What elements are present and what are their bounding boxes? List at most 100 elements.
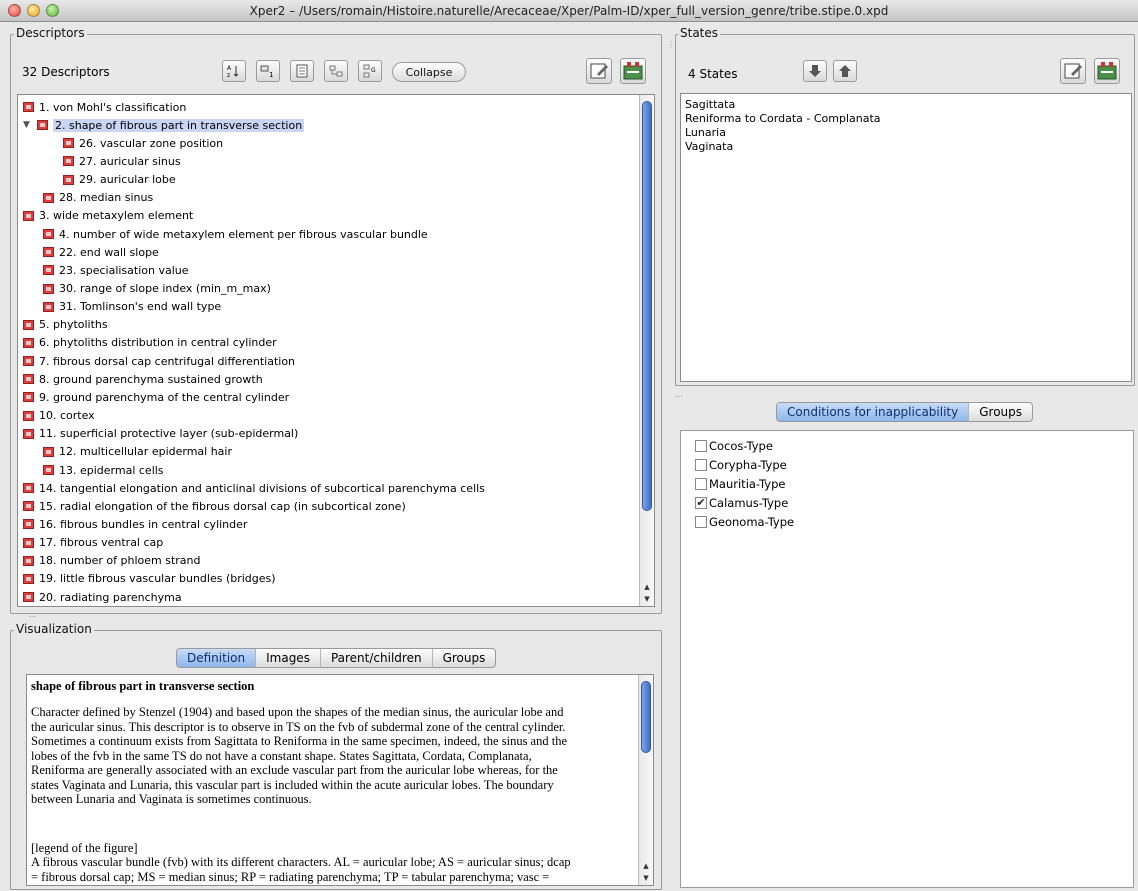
scroll-up-arrow-icon[interactable]: ▲ [640, 581, 654, 593]
state-item[interactable]: Reniforma to Cordata - Complanata [685, 112, 881, 126]
descriptor-tree-item[interactable]: 3. wide metaxylem element [23, 207, 193, 225]
descriptor-icon [23, 392, 34, 403]
descriptor-tree-item[interactable]: 8. ground parenchyma sustained growth [23, 370, 263, 388]
descriptor-tree-item[interactable]: 27. auricular sinus [63, 152, 181, 170]
descriptor-icon [23, 102, 34, 112]
descriptor-tree-item[interactable]: ▼ 2. shape of fibrous part in transverse … [23, 116, 305, 134]
descriptor-icon [43, 229, 54, 240]
condition-checkbox[interactable]: ✔ [695, 497, 707, 509]
svg-text:z: z [227, 72, 230, 79]
group-icon[interactable]: G [358, 60, 382, 82]
collapse-button[interactable]: Collapse [392, 62, 466, 82]
descriptor-tree-item[interactable]: 19. little fibrous vascular bundles (bri… [23, 570, 276, 588]
descriptor-tree-item[interactable]: 29. auricular lobe [63, 171, 176, 189]
descriptor-label: 26. vascular zone position [79, 136, 224, 150]
edit-descriptor-icon[interactable] [586, 58, 612, 84]
descriptor-tree-item[interactable]: 7. fibrous dorsal cap centrifugal differ… [23, 352, 295, 370]
descriptor-label: 16. fibrous bundles in central cylinder [39, 517, 248, 531]
tab-images[interactable]: Images [256, 649, 321, 667]
tab-groups[interactable]: Groups [969, 403, 1032, 421]
descriptor-icon [23, 356, 34, 367]
scroll-down-arrow-icon[interactable]: ▼ [640, 593, 654, 605]
condition-row: Mauritia-Type [695, 475, 785, 493]
descriptor-tree[interactable]: 1. von Mohl's classification ▼ 2. shape of… [17, 94, 655, 607]
descriptor-tree-item[interactable]: 12. multicellular epidermal hair [43, 443, 232, 461]
definition-scrollbar[interactable]: ▲ ▼ [638, 675, 653, 885]
edit-state-icon[interactable] [1060, 58, 1086, 84]
descriptor-icon [43, 301, 54, 312]
sort-az-icon[interactable]: Az [222, 60, 246, 82]
figure-legend-paragraph: A fibrous vascular bundle (fvb) with its… [31, 855, 635, 885]
condition-label: Calamus-Type [709, 496, 789, 510]
descriptor-tree-item[interactable]: 11. superficial protective layer (sub-ep… [23, 425, 298, 443]
descriptor-tree-item[interactable]: 5. phytoliths [23, 316, 108, 334]
descriptor-tree-item[interactable]: 17. fibrous ventral cap [23, 534, 163, 552]
disclosure-triangle-icon[interactable]: ▼ [23, 120, 33, 130]
text-line: = fibrous dorsal cap; MS = median sinus;… [31, 869, 550, 884]
add-descriptor-icon[interactable] [620, 58, 646, 84]
descriptor-icon [63, 174, 74, 185]
descriptor-tree-item[interactable]: 15. radial elongation of the fibrous dor… [23, 497, 406, 515]
title-bar: Xper2 – /Users/romain/Histoire.naturelle… [0, 0, 1138, 22]
descriptor-tree-item[interactable]: 14. tangential elongation and anticlinal… [23, 479, 485, 497]
descriptor-tree-item[interactable]: 22. end wall slope [43, 243, 159, 261]
vis-splitter-handle[interactable]: ⋯ [28, 612, 36, 621]
add-state-icon[interactable] [1094, 58, 1120, 84]
condition-checkbox[interactable] [695, 459, 707, 471]
descriptor-tree-item[interactable]: 23. specialisation value [43, 261, 189, 279]
definition-scroll-thumb[interactable] [641, 681, 651, 753]
horizontal-splitter-handle[interactable]: ⋯ [675, 392, 683, 401]
descriptor-tree-item[interactable]: 20. radiating parenchyma [23, 588, 182, 606]
descriptor-tree-item[interactable]: 31. Tomlinson's end wall type [43, 298, 221, 316]
descriptor-tree-item[interactable]: 30. range of slope index (min_m_max) [43, 280, 271, 298]
descriptor-tree-scroll-thumb[interactable] [642, 101, 652, 511]
descriptor-tree-item[interactable]: 4. number of wide metaxylem element per … [43, 225, 428, 243]
move-down-icon[interactable] [803, 60, 827, 82]
descriptor-tree-scrollbar[interactable]: ▲ ▼ [639, 95, 654, 606]
descriptor-tree-item[interactable]: 13. epidermal cells [43, 461, 164, 479]
state-item[interactable]: Lunaria [685, 126, 881, 140]
descriptor-tree-item[interactable]: 18. number of phloem strand [23, 552, 201, 570]
descriptor-icon [23, 483, 34, 494]
tab-conditions-for-inapplicability[interactable]: Conditions for inapplicability [777, 403, 970, 421]
definition-text-area[interactable]: shape of fibrous part in transverse sect… [26, 674, 654, 886]
descriptor-tree-item[interactable]: 26. vascular zone position [63, 134, 223, 152]
state-item[interactable]: Sagittata [685, 98, 881, 112]
states-list[interactable]: Sagittata Reniforma to Cordata - Complan… [680, 93, 1132, 382]
descriptor-tree-item[interactable]: 10. cortex [23, 407, 95, 425]
condition-row: Cocos-Type [695, 437, 773, 455]
states-panel: States 4 States Sagittata Reniforma to C… [670, 22, 1138, 388]
descriptor-label: 20. radiating parenchyma [39, 590, 182, 604]
tab-definition[interactable]: Definition [177, 649, 257, 667]
descriptor-icon [23, 519, 34, 530]
tab-parent-children[interactable]: Parent/children [321, 649, 433, 667]
descriptor-icon [23, 537, 34, 548]
descriptor-label: 11. superficial protective layer (sub-ep… [39, 427, 299, 441]
descriptors-panel: Descriptors 32 Descriptors Az 1 G Collap… [0, 22, 666, 617]
visualization-tabs: Definition Images Parent/children Groups [176, 648, 497, 668]
tree-icon[interactable] [324, 60, 348, 82]
list-icon[interactable] [290, 60, 314, 82]
move-up-icon[interactable] [833, 60, 857, 82]
state-item[interactable]: Vaginata [685, 140, 881, 154]
definition-scroll-up-icon[interactable]: ▲ [639, 860, 653, 872]
descriptors-legend: Descriptors [14, 26, 87, 40]
descriptor-icon [23, 337, 34, 348]
sort-numeric-icon[interactable]: 1 [256, 60, 280, 82]
visualization-legend: Visualization [14, 622, 94, 636]
condition-checkbox[interactable] [695, 516, 707, 528]
tab-groups-visualization[interactable]: Groups [433, 649, 496, 667]
definition-scroll-down-icon[interactable]: ▼ [639, 872, 653, 884]
condition-checkbox[interactable] [695, 440, 707, 452]
conditions-panel: ⋯ Conditions for inapplicability Groups … [670, 392, 1138, 891]
descriptor-tree-item[interactable]: 28. median sinus [43, 189, 153, 207]
descriptor-tree-item[interactable]: 6. phytoliths distribution in central cy… [23, 334, 277, 352]
descriptor-icon [23, 501, 34, 512]
condition-checkbox[interactable] [695, 478, 707, 490]
descriptor-tree-item[interactable]: 16. fibrous bundles in central cylinder [23, 515, 247, 533]
descriptor-tree-item[interactable]: 1. von Mohl's classification [23, 98, 186, 116]
descriptor-label: 18. number of phloem strand [39, 554, 201, 568]
descriptor-tree-item[interactable]: 9. ground parenchyma of the central cyli… [23, 388, 289, 406]
conditions-list: Cocos-Type Corypha-Type Mauritia-Type ✔ Cala… [680, 430, 1134, 888]
descriptor-label: 19. little fibrous vascular bundles (bri… [39, 572, 276, 586]
